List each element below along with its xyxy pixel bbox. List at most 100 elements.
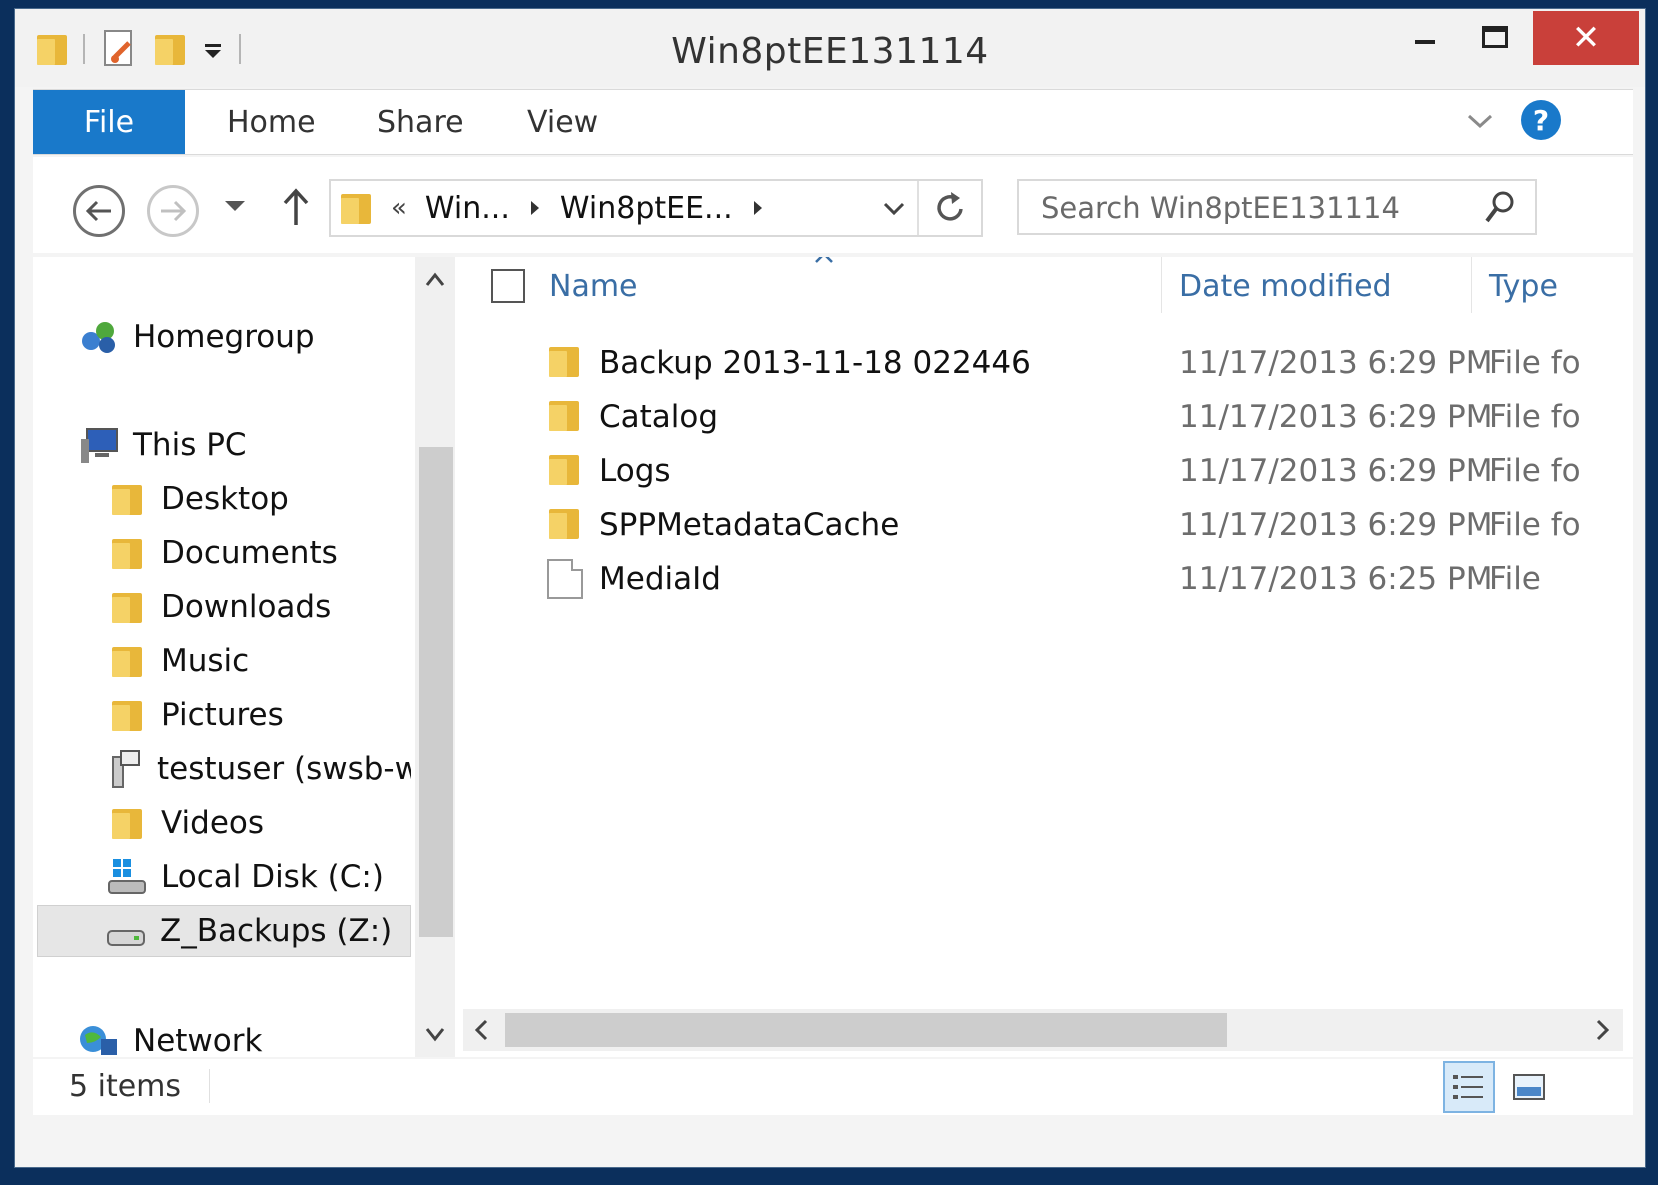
folder-icon (547, 451, 583, 491)
tab-home[interactable]: Home (227, 90, 316, 154)
forward-button[interactable] (147, 185, 199, 237)
music-folder-icon (105, 641, 149, 681)
file-name: Backup 2013-11-18 022446 (599, 345, 1031, 381)
address-bar[interactable]: « Win... Win8ptEE... (329, 179, 983, 237)
minimize-button[interactable] (1395, 11, 1455, 63)
status-separator (209, 1069, 210, 1103)
downloads-folder-icon (105, 587, 149, 627)
explorer-window: Win8ptEE131114 ✕ File Home Share View ? (14, 8, 1646, 1168)
computer-icon (77, 425, 121, 465)
close-icon: ✕ (1571, 18, 1601, 58)
forward-arrow-icon (161, 200, 187, 222)
help-button[interactable]: ? (1521, 100, 1561, 140)
nav-item-z-backups[interactable]: Z_Backups (Z:) (37, 905, 411, 957)
tab-view[interactable]: View (527, 90, 598, 154)
file-type: File fo (1489, 507, 1581, 543)
file-row[interactable]: MediaId 11/17/2013 6:25 PM File (455, 553, 1633, 607)
nav-item-videos[interactable]: Videos (105, 797, 411, 849)
navigation-pane: Homegroup This PC Desktop Documents Down… (33, 257, 455, 1059)
file-row[interactable]: Catalog 11/17/2013 6:29 PM File fo (455, 391, 1633, 445)
file-date: 11/17/2013 6:29 PM (1179, 399, 1493, 435)
file-row[interactable]: Backup 2013-11-18 022446 11/17/2013 6:29… (455, 337, 1633, 391)
large-icons-view-button[interactable] (1503, 1061, 1555, 1113)
scroll-up-icon[interactable] (415, 265, 455, 295)
documents-folder-icon (105, 533, 149, 573)
nav-item-pictures[interactable]: Pictures (105, 689, 411, 741)
scroll-right-icon[interactable] (1589, 1013, 1615, 1047)
expand-ribbon-icon[interactable] (1463, 104, 1497, 138)
select-all-checkbox[interactable] (491, 269, 525, 303)
details-view-icon (1453, 1075, 1483, 1099)
file-type: File (1489, 561, 1541, 597)
nav-item-label: This PC (133, 427, 247, 463)
search-placeholder: Search Win8ptEE131114 (1041, 191, 1400, 225)
nav-item-local-disk[interactable]: Local Disk (C:) (105, 851, 411, 903)
nav-pane-scrollbar[interactable] (415, 257, 455, 1057)
nav-item-label: Videos (161, 805, 265, 841)
status-bar: 5 items (33, 1059, 1633, 1115)
scroll-down-icon[interactable] (415, 1019, 455, 1049)
chevron-right-icon[interactable] (751, 198, 765, 218)
file-name: Catalog (599, 399, 719, 435)
breadcrumb-item[interactable]: Win... (425, 191, 510, 226)
breadcrumb-overflow[interactable]: « (391, 193, 407, 223)
address-dropdown-icon[interactable] (881, 195, 907, 221)
navigation-bar: « Win... Win8ptEE... Search Win8ptEE1311… (33, 157, 1633, 253)
folder-icon (339, 190, 373, 226)
nav-item-label: Music (161, 643, 250, 679)
file-icon (547, 559, 583, 599)
folder-icon (547, 397, 583, 437)
details-view-button[interactable] (1443, 1061, 1495, 1113)
folder-icon (547, 505, 583, 545)
column-headers: Name Date modified Type (455, 257, 1633, 321)
file-row[interactable]: SPPMetadataCache 11/17/2013 6:29 PM File… (455, 499, 1633, 553)
scrollbar-thumb[interactable] (505, 1013, 1227, 1047)
maximize-button[interactable] (1465, 11, 1525, 63)
tab-file[interactable]: File (33, 90, 185, 154)
file-row[interactable]: Logs 11/17/2013 6:29 PM File fo (455, 445, 1633, 499)
scrollbar-thumb[interactable] (419, 447, 453, 937)
file-name: MediaId (599, 561, 721, 597)
breadcrumb: « Win... Win8ptEE... (339, 181, 765, 235)
drive-icon (104, 911, 148, 951)
search-icon[interactable] (1483, 189, 1517, 225)
nav-item-desktop[interactable]: Desktop (105, 473, 411, 525)
local-disk-icon (105, 857, 149, 897)
nav-item-label: Downloads (161, 589, 332, 625)
nav-item-label: Pictures (161, 697, 284, 733)
nav-item-network-drive[interactable]: testuser (swsb-w (105, 743, 411, 795)
column-header-name[interactable]: Name (549, 269, 638, 304)
nav-item-label: testuser (swsb-w (157, 751, 411, 787)
title-bar: Win8ptEE131114 ✕ (15, 9, 1645, 87)
file-list: Name Date modified Type Backup 2013-11-1… (455, 257, 1633, 1057)
nav-item-this-pc[interactable]: This PC (77, 419, 407, 471)
file-date: 11/17/2013 6:25 PM (1179, 561, 1493, 597)
file-name: Logs (599, 453, 671, 489)
search-box[interactable]: Search Win8ptEE131114 (1017, 179, 1537, 235)
back-button[interactable] (73, 185, 125, 237)
nav-item-music[interactable]: Music (105, 635, 411, 687)
nav-item-documents[interactable]: Documents (105, 527, 411, 579)
address-divider (917, 181, 919, 235)
recent-locations-icon[interactable] (223, 197, 247, 213)
file-type: File fo (1489, 453, 1581, 489)
column-separator[interactable] (1161, 257, 1162, 313)
tab-share[interactable]: Share (377, 90, 464, 154)
ribbon-tabs: File Home Share View ? (33, 89, 1633, 155)
nav-item-label: Homegroup (133, 319, 315, 355)
breadcrumb-item[interactable]: Win8ptEE... (560, 191, 733, 226)
nav-item-homegroup[interactable]: Homegroup (77, 311, 407, 363)
up-arrow-icon[interactable] (281, 187, 311, 227)
nav-item-downloads[interactable]: Downloads (105, 581, 411, 633)
column-separator[interactable] (1471, 257, 1472, 313)
refresh-icon[interactable] (933, 189, 969, 227)
chevron-right-icon[interactable] (528, 198, 542, 218)
column-header-type[interactable]: Type (1489, 269, 1558, 304)
minimize-icon (1415, 40, 1435, 44)
close-button[interactable]: ✕ (1533, 11, 1639, 65)
column-header-date-modified[interactable]: Date modified (1179, 269, 1392, 304)
homegroup-icon (77, 317, 121, 357)
scroll-left-icon[interactable] (469, 1013, 495, 1047)
file-name: SPPMetadataCache (599, 507, 900, 543)
horizontal-scrollbar[interactable] (463, 1009, 1623, 1051)
